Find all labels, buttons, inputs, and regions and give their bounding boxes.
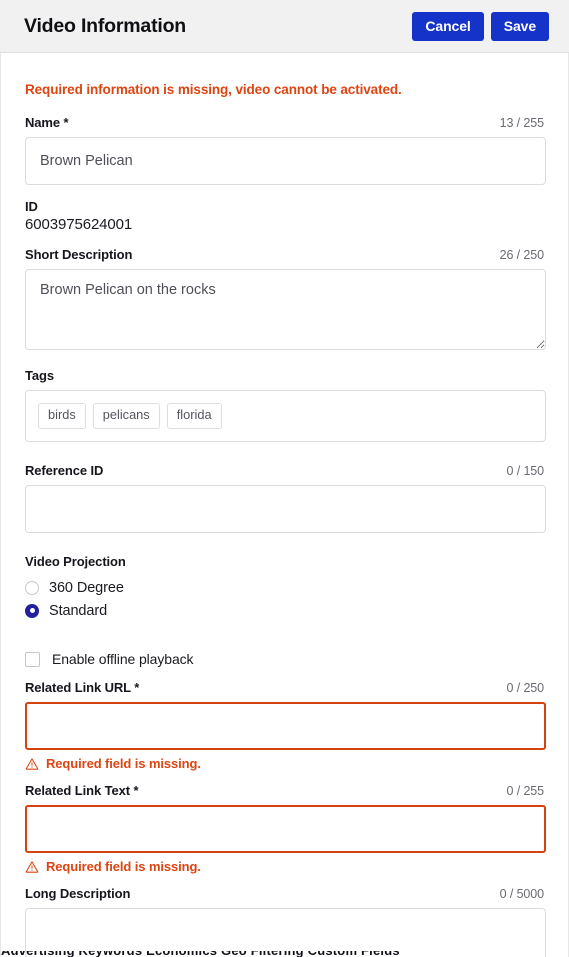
field-name-counter: 13 / 255 [499,116,544,130]
field-video-projection-label: Video Projection [25,554,126,569]
cancel-button[interactable]: Cancel [412,11,484,41]
field-tags-head: Tags [25,368,544,390]
field-tags-label: Tags [25,368,54,383]
short-description-textarea[interactable] [25,269,546,350]
field-video-projection: Video Projection 360 Degree Standard [25,554,544,622]
dialog-header: Video Information Cancel Save [0,0,569,53]
field-reference-id-counter: 0 / 150 [506,464,544,478]
tag-chip[interactable]: pelicans [92,403,160,429]
related-link-url-input[interactable] [25,702,546,750]
field-related-link-text-counter: 0 / 255 [506,784,544,798]
tag-chip[interactable]: birds [38,403,86,429]
field-related-link-url-head: Related Link URL * 0 / 250 [25,680,544,702]
field-video-projection-head: Video Projection [25,554,544,576]
radio-option-standard[interactable]: Standard [25,599,544,622]
page-title: Video Information [24,14,186,37]
field-related-link-text: Related Link Text * 0 / 255 Required fie… [25,783,546,874]
radio-label-standard: Standard [49,602,108,619]
field-name-label: Name * [25,115,69,130]
video-information-form: Required information is missing, video c… [0,53,569,957]
field-reference-id-label: Reference ID [25,463,104,478]
field-long-description-counter: 0 / 5000 [499,887,544,901]
header-actions: Cancel Save [412,11,549,41]
field-short-description-counter: 26 / 250 [499,248,544,262]
warning-triangle-icon [25,860,39,873]
field-name-head: Name * 13 / 255 [25,115,544,137]
field-long-description-label: Long Description [25,886,131,901]
related-link-url-error-text: Required field is missing. [46,756,201,771]
radio-icon[interactable] [25,580,39,595]
related-link-text-error-text: Required field is missing. [46,859,201,874]
field-reference-id-head: Reference ID 0 / 150 [25,463,544,485]
field-short-description: Short Description 26 / 250 [25,247,546,350]
name-input[interactable] [25,137,546,185]
related-link-url-error: Required field is missing. [25,750,544,771]
long-description-textarea[interactable] [25,908,546,957]
form-error-banner: Required information is missing, video c… [25,82,402,97]
related-link-text-error: Required field is missing. [25,853,544,874]
save-button[interactable]: Save [490,11,549,41]
field-id-label: ID [25,199,38,214]
clipped-bottom-text: Advertising Keywords Economics Geo Filte… [1,951,568,957]
checkbox-icon[interactable] [25,651,40,667]
tags-input-box[interactable]: birds pelicans florida [25,390,546,442]
field-name: Name * 13 / 255 [25,115,546,185]
radio-label-360-degree: 360 Degree [49,579,124,596]
field-related-link-url-counter: 0 / 250 [506,681,544,695]
field-short-description-label: Short Description [25,247,133,262]
tag-chip[interactable]: florida [166,403,222,429]
field-id-value: 6003975624001 [25,216,133,233]
warning-triangle-icon [25,757,39,770]
field-reference-id: Reference ID 0 / 150 [25,463,546,533]
field-id: ID 6003975624001 [25,199,544,233]
field-long-description: Long Description 0 / 5000 [25,886,546,957]
field-tags: Tags birds pelicans florida [25,368,546,442]
related-link-text-input[interactable] [25,805,546,853]
field-long-description-head: Long Description 0 / 5000 [25,886,544,908]
field-related-link-text-label: Related Link Text * [25,783,139,798]
field-related-link-url: Related Link URL * 0 / 250 Required fiel… [25,680,546,771]
field-related-link-url-label: Related Link URL * [25,680,140,695]
field-short-description-head: Short Description 26 / 250 [25,247,544,269]
field-related-link-text-head: Related Link Text * 0 / 255 [25,783,544,805]
reference-id-input[interactable] [25,485,546,533]
checkbox-label-offline-playback: Enable offline playback [52,651,194,667]
radio-selected-icon[interactable] [25,603,39,618]
checkbox-enable-offline-playback[interactable]: Enable offline playback [25,648,544,670]
radio-option-360-degree[interactable]: 360 Degree [25,576,544,599]
clipped-bottom-text-row: Advertising Keywords Economics Geo Filte… [1,951,568,957]
